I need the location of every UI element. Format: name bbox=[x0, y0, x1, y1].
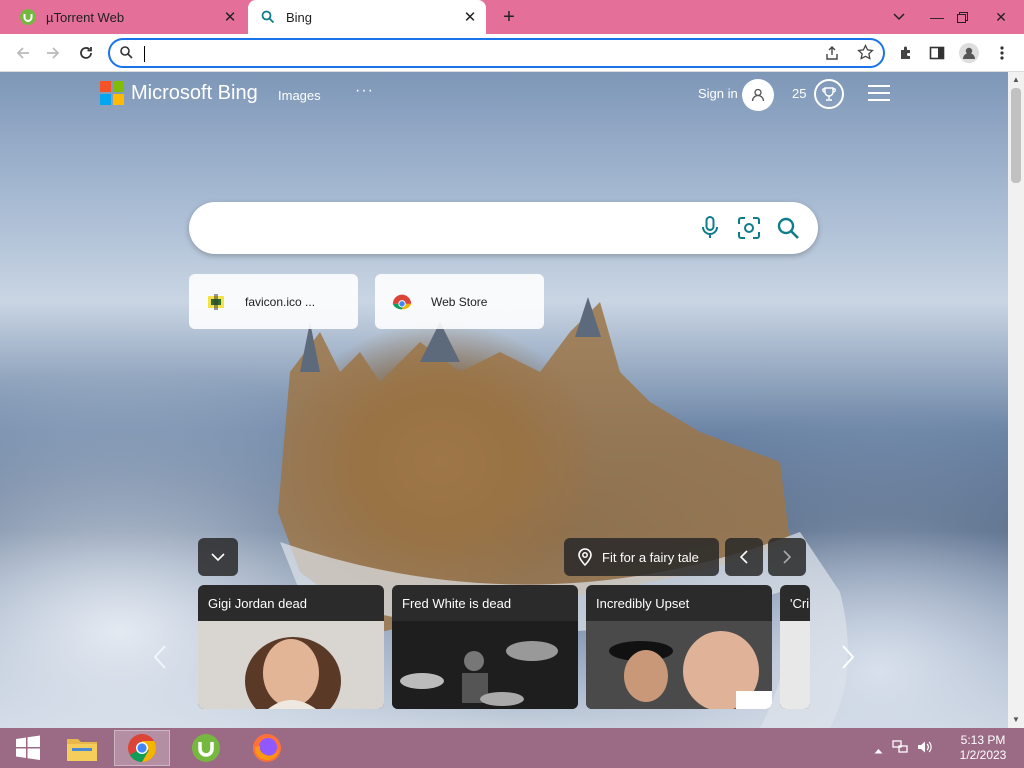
bing-search-box[interactable] bbox=[189, 202, 818, 254]
quick-link-label: favicon.ico ... bbox=[245, 294, 316, 309]
tab-bing[interactable]: Bing ✕ bbox=[248, 0, 486, 34]
image-caption: Fit for a fairy tale bbox=[602, 549, 699, 565]
collapse-feed-button[interactable] bbox=[198, 538, 238, 576]
bookmark-star-icon[interactable] bbox=[857, 43, 874, 66]
bing-homepage: Microsoft Bing Images ··· Sign in 25 fav… bbox=[0, 72, 1008, 728]
tray-chevron-up-icon[interactable] bbox=[874, 741, 883, 759]
profile-icon[interactable] bbox=[956, 40, 982, 66]
microphone-icon[interactable] bbox=[697, 215, 723, 241]
chevron-right-icon bbox=[783, 550, 791, 564]
previous-image-button[interactable] bbox=[725, 538, 763, 576]
system-tray bbox=[874, 740, 933, 759]
visual-search-icon[interactable] bbox=[736, 215, 762, 241]
close-icon[interactable]: ✕ bbox=[984, 0, 1018, 34]
text-caret bbox=[144, 46, 145, 62]
news-card[interactable]: Gigi Jordan dead bbox=[198, 585, 384, 709]
clock-date: 1/2/2023 bbox=[959, 748, 1007, 762]
utorrent-icon[interactable] bbox=[178, 730, 234, 766]
news-card-title: Incredibly Upset bbox=[596, 596, 690, 611]
new-tab-button[interactable]: + bbox=[497, 5, 521, 29]
chrome-icon[interactable] bbox=[114, 730, 170, 766]
bing-search-input[interactable] bbox=[211, 216, 691, 240]
page-scrollbar[interactable]: ▲ ▼ bbox=[1008, 72, 1024, 728]
news-card-title: Gigi Jordan dead bbox=[208, 596, 308, 611]
quick-link-web-store[interactable]: Web Store bbox=[375, 274, 544, 329]
search-icon[interactable] bbox=[775, 215, 801, 241]
back-button[interactable] bbox=[10, 40, 36, 66]
restore-icon[interactable] bbox=[945, 0, 979, 34]
reload-button[interactable] bbox=[73, 40, 99, 66]
scroll-up-icon[interactable]: ▲ bbox=[1012, 75, 1020, 84]
chevron-down-icon[interactable] bbox=[882, 0, 916, 34]
news-card[interactable]: Incredibly Upset bbox=[586, 585, 772, 709]
nav-more-button[interactable]: ··· bbox=[355, 82, 374, 100]
close-tab-icon[interactable]: ✕ bbox=[220, 7, 240, 27]
next-image-button[interactable] bbox=[768, 538, 806, 576]
location-pin-icon bbox=[578, 548, 592, 566]
start-icon[interactable] bbox=[0, 730, 56, 766]
search-icon bbox=[120, 46, 133, 64]
volume-icon[interactable] bbox=[917, 740, 933, 759]
logo-text: Microsoft Bing bbox=[131, 81, 258, 104]
taskbar-clock[interactable]: 5:13 PM 1/2/2023 bbox=[950, 733, 1016, 763]
avatar[interactable] bbox=[742, 79, 774, 111]
bing-search-icon bbox=[260, 9, 276, 25]
image-info-button[interactable]: Fit for a fairy tale bbox=[564, 538, 719, 576]
address-input[interactable] bbox=[142, 43, 802, 63]
firefox-icon[interactable] bbox=[239, 730, 295, 766]
file-explorer-icon[interactable] bbox=[54, 730, 110, 766]
news-card-image bbox=[392, 621, 578, 709]
utorrent-icon bbox=[20, 9, 36, 25]
chrome-web-store-icon bbox=[391, 291, 413, 313]
windows-taskbar: 5:13 PM 1/2/2023 bbox=[0, 728, 1024, 768]
news-card[interactable]: 'Cri bbox=[780, 585, 810, 709]
close-tab-icon[interactable]: ✕ bbox=[460, 7, 480, 27]
carousel-prev-icon[interactable] bbox=[150, 642, 170, 672]
extensions-icon[interactable] bbox=[893, 40, 919, 66]
news-card-image bbox=[586, 621, 772, 709]
browser-toolbar bbox=[0, 34, 1024, 72]
tab-utorrent[interactable]: µTorrent Web ✕ bbox=[8, 0, 246, 34]
quick-link-favicon[interactable]: favicon.ico ... bbox=[189, 274, 358, 329]
microsoft-logo-icon bbox=[100, 81, 124, 105]
tab-title: µTorrent Web bbox=[46, 9, 125, 25]
rewards-points[interactable]: 25 bbox=[792, 86, 806, 101]
news-card-image bbox=[780, 621, 810, 709]
address-bar[interactable] bbox=[108, 38, 885, 68]
chevron-down-icon bbox=[211, 553, 225, 561]
share-icon[interactable] bbox=[824, 45, 840, 66]
tab-title: Bing bbox=[286, 9, 313, 25]
news-card-image bbox=[198, 621, 384, 709]
news-card-title: 'Cri bbox=[790, 596, 810, 611]
carousel-next-icon[interactable] bbox=[838, 642, 858, 672]
sign-in-link[interactable]: Sign in bbox=[698, 86, 738, 101]
user-icon bbox=[751, 88, 765, 102]
scrollbar-thumb[interactable] bbox=[1011, 88, 1021, 183]
bing-logo[interactable]: Microsoft Bing bbox=[100, 81, 258, 105]
rewards-trophy-icon[interactable] bbox=[814, 79, 844, 109]
browser-tab-strip: µTorrent Web ✕ Bing ✕ + — ✕ bbox=[0, 0, 1024, 34]
side-panel-icon[interactable] bbox=[924, 40, 950, 66]
chevron-left-icon bbox=[740, 550, 748, 564]
forward-button[interactable] bbox=[40, 40, 66, 66]
hamburger-menu-icon[interactable] bbox=[868, 85, 890, 103]
news-card-title: Fred White is dead bbox=[402, 596, 512, 611]
scroll-down-icon[interactable]: ▼ bbox=[1012, 715, 1020, 724]
nav-images-link[interactable]: Images bbox=[278, 88, 321, 103]
quick-link-label: Web Store bbox=[431, 294, 488, 309]
news-card[interactable]: Fred White is dead bbox=[392, 585, 578, 709]
kebab-menu-icon[interactable] bbox=[989, 40, 1015, 66]
network-icon[interactable] bbox=[892, 740, 908, 759]
favicon-icon bbox=[205, 291, 227, 313]
clock-time: 5:13 PM bbox=[960, 733, 1006, 747]
